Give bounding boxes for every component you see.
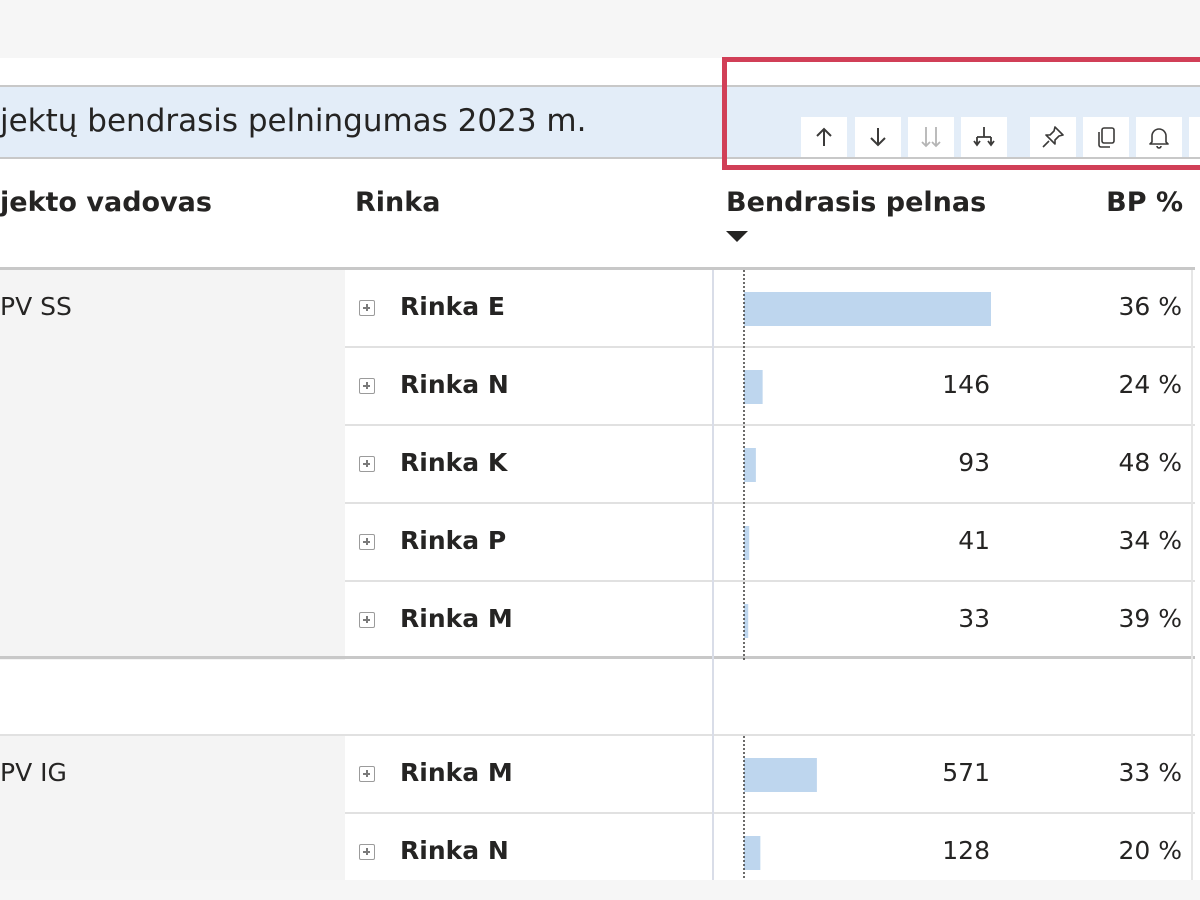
- column-header-rinka[interactable]: Rinka: [355, 187, 440, 218]
- table-row[interactable]: Rinka K 93 48 %: [345, 426, 1195, 504]
- rinka-cell: Rinka M: [400, 604, 513, 633]
- sort-ascending-button[interactable]: [801, 117, 847, 157]
- sort-down-icon: [870, 128, 886, 147]
- bendrasis-pelnas-cell: 146: [942, 370, 990, 399]
- drill-hierarchy-icon: [973, 127, 995, 147]
- expand-all-levels-button[interactable]: [908, 117, 954, 157]
- column-divider-right: [1191, 270, 1193, 880]
- rinka-cell: Rinka M: [400, 758, 513, 787]
- pin-icon: [1042, 126, 1064, 148]
- bp-pct-cell: 24 %: [1118, 370, 1182, 399]
- column-header-bendrasis-pelnas[interactable]: Bendrasis pelnas: [726, 187, 986, 218]
- expand-plus-icon[interactable]: [359, 456, 375, 472]
- table-row[interactable]: Rinka M 571 33 %: [345, 736, 1195, 814]
- bendrasis-pelnas-cell: 41: [958, 526, 990, 555]
- bendrasis-pelnas-cell: 33: [958, 604, 990, 633]
- column-header-bp-pct[interactable]: BP %: [1106, 187, 1183, 218]
- table-header: jekto vadovas Rinka Bendrasis pelnas BP …: [0, 159, 1200, 267]
- drill-hierarchy-button[interactable]: [961, 117, 1007, 157]
- group-label: PV IG: [0, 758, 67, 787]
- group-label: PV SS: [0, 292, 72, 321]
- visual-title: jektų bendrasis pelningumas 2023 m.: [0, 103, 587, 139]
- visual-title-bar: jektų bendrasis pelningumas 2023 m.: [0, 85, 1200, 159]
- bendrasis-pelnas-cell: 128: [942, 836, 990, 865]
- sort-descending-indicator-icon: [726, 231, 748, 242]
- bp-pct-cell: 33 %: [1118, 758, 1182, 787]
- bendrasis-pelnas-cell: 1.935: [918, 292, 990, 321]
- expand-plus-icon[interactable]: [359, 612, 375, 628]
- expand-plus-icon[interactable]: [359, 534, 375, 550]
- copy-visual-button[interactable]: [1083, 117, 1129, 157]
- bp-pct-cell: 39 %: [1118, 604, 1182, 633]
- rinka-cell: Rinka N: [400, 836, 509, 865]
- column-divider: [712, 270, 714, 880]
- table-row[interactable]: Rinka N 146 24 %: [345, 348, 1195, 426]
- rinka-cell: Rinka E: [400, 292, 505, 321]
- expand-plus-icon[interactable]: [359, 300, 375, 316]
- bp-pct-cell: 34 %: [1118, 526, 1182, 555]
- bell-icon: [1149, 128, 1169, 149]
- rinka-cell: Rinka N: [400, 370, 509, 399]
- bp-pct-cell: 36 %: [1118, 292, 1182, 321]
- sort-up-icon: [816, 127, 832, 146]
- rinka-cell: Rinka P: [400, 526, 507, 555]
- expand-all-down-icon: [921, 127, 941, 148]
- table-visual: jektų bendrasis pelningumas 2023 m. jekt…: [0, 58, 1200, 880]
- pin-visual-button[interactable]: [1030, 117, 1076, 157]
- more-options-button[interactable]: [1189, 117, 1200, 157]
- copy-icon: [1098, 127, 1115, 148]
- sort-descending-button[interactable]: [855, 117, 901, 157]
- bendrasis-pelnas-cell: 93: [958, 448, 990, 477]
- bp-pct-cell: 48 %: [1118, 448, 1182, 477]
- rinka-cell: Rinka K: [400, 448, 508, 477]
- expand-plus-icon[interactable]: [359, 844, 375, 860]
- table-row[interactable]: Rinka P 41 34 %: [345, 504, 1195, 582]
- bendrasis-pelnas-cell: 571: [942, 758, 990, 787]
- set-alert-button[interactable]: [1136, 117, 1182, 157]
- table-row[interactable]: Rinka M 33 39 %: [345, 582, 1195, 660]
- table-row[interactable]: Rinka N 128 20 %: [345, 814, 1195, 880]
- table-row[interactable]: Rinka E 1.935 36 %: [345, 270, 1195, 348]
- expand-plus-icon[interactable]: [359, 766, 375, 782]
- group-cell-pv-ss: [0, 270, 345, 660]
- expand-plus-icon[interactable]: [359, 378, 375, 394]
- bp-pct-cell: 20 %: [1118, 836, 1182, 865]
- column-header-vadovas[interactable]: jekto vadovas: [0, 187, 212, 218]
- group-divider: [0, 656, 1195, 659]
